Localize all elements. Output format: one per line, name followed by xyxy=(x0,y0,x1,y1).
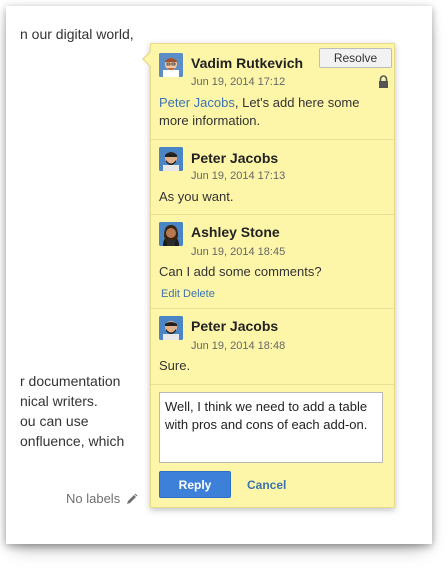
comment-actions: Edit Delete xyxy=(161,288,215,300)
doc-text-fragment: ou can use xyxy=(20,413,89,429)
avatar-peter xyxy=(159,147,183,171)
comment-text: Sure. xyxy=(159,358,191,373)
doc-text-line: n our digital world, xyxy=(20,26,134,42)
comment-time: Jun 19, 2014 18:45 xyxy=(191,246,286,258)
avatar-peter xyxy=(159,316,183,340)
comment-time: Jun 19, 2014 18:48 xyxy=(191,340,286,352)
comment-author[interactable]: Peter Jacobs xyxy=(191,318,278,334)
comment-text: As you want. xyxy=(159,189,234,204)
edit-comment-link[interactable]: Edit xyxy=(161,288,180,300)
comment-text: Can I add some comments? xyxy=(159,264,322,279)
comment-popup: Vadim Rutkevich Jun 19, 2014 17:12 Resol… xyxy=(142,43,395,508)
reply-textarea[interactable]: Well, I think we need to add a table wit… xyxy=(159,392,383,463)
comment-divider xyxy=(151,308,394,309)
delete-comment-link[interactable]: Delete xyxy=(183,288,215,300)
pencil-icon[interactable] xyxy=(126,493,138,505)
doc-text-fragment: r documentation xyxy=(20,373,121,389)
comment-divider xyxy=(151,384,394,385)
comment-divider xyxy=(151,214,394,215)
cancel-button[interactable]: Cancel xyxy=(247,478,286,492)
doc-text-fragment: nical writers. xyxy=(20,393,98,409)
comment-time: Jun 19, 2014 17:13 xyxy=(191,170,286,182)
lock-icon xyxy=(378,75,389,93)
popup-pointer xyxy=(142,50,152,68)
comment-author[interactable]: Peter Jacobs xyxy=(191,150,278,166)
avatar-vadim xyxy=(159,53,183,77)
reply-button[interactable]: Reply xyxy=(159,471,231,498)
avatar-ashley xyxy=(159,222,183,246)
labels-text: No labels xyxy=(66,491,121,506)
user-mention-link[interactable]: Peter Jacobs xyxy=(159,95,235,110)
labels-row: No labels xyxy=(66,491,138,506)
comment-author[interactable]: Ashley Stone xyxy=(191,224,280,240)
doc-text-fragment: onfluence, which xyxy=(20,433,125,449)
comment-author[interactable]: Vadim Rutkevich xyxy=(191,55,303,71)
comment-divider xyxy=(151,139,394,140)
comment-body: Peter Jacobs, Let's add here some more i… xyxy=(159,94,387,130)
comment-time: Jun 19, 2014 17:12 xyxy=(191,76,286,88)
resolve-button[interactable]: Resolve xyxy=(319,48,392,68)
